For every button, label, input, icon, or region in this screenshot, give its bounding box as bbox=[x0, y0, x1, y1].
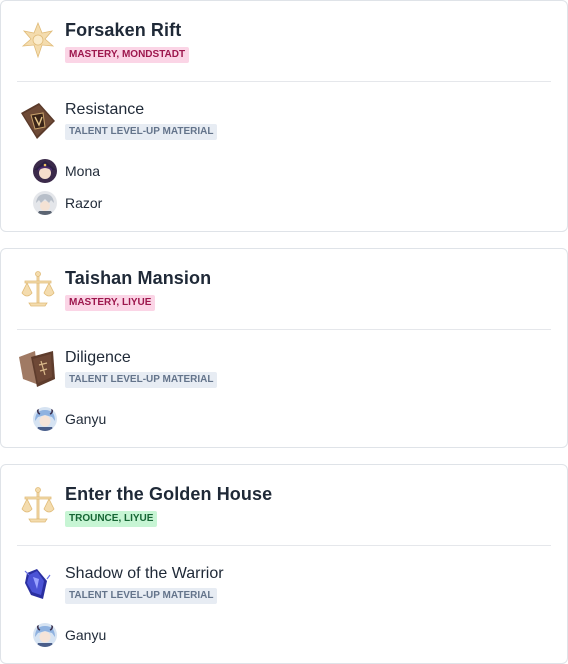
domain-title: Forsaken Rift bbox=[65, 20, 182, 40]
character-row[interactable]: Mona bbox=[1, 159, 567, 185]
ganyu-avatar bbox=[33, 407, 57, 431]
domain-title: Enter the Golden House bbox=[65, 484, 273, 504]
resistance-book-icon bbox=[21, 103, 55, 139]
domain-card-enter-the-golden-house: Enter the Golden House TROUNCE, LIYUE Sh… bbox=[0, 464, 568, 664]
shadow-warrior-icon bbox=[24, 569, 51, 599]
material-tag: TALENT LEVEL-UP MATERIAL bbox=[65, 588, 218, 604]
razor-avatar bbox=[33, 191, 57, 215]
character-name: Ganyu bbox=[65, 411, 107, 427]
liyue-emblem-icon bbox=[21, 271, 55, 307]
material-row: Shadow of the Warrior TALENT LEVEL-UP MA… bbox=[1, 565, 567, 615]
material-row: Resistance TALENT LEVEL-UP MATERIAL bbox=[1, 101, 567, 151]
domain-card-forsaken-rift: Forsaken Rift MASTERY, MONDSTADT Resista… bbox=[0, 0, 568, 232]
domain-header: Forsaken Rift MASTERY, MONDSTADT bbox=[1, 1, 567, 82]
domain-card-taishan-mansion: Taishan Mansion MASTERY, LIYUE Diligence… bbox=[0, 248, 568, 448]
divider bbox=[17, 545, 551, 546]
character-row[interactable]: Ganyu bbox=[1, 623, 567, 649]
domain-title: Taishan Mansion bbox=[65, 268, 212, 288]
material-name: Shadow of the Warrior bbox=[65, 565, 224, 582]
character-name: Ganyu bbox=[65, 627, 107, 643]
domain-type-badge: TROUNCE, LIYUE bbox=[65, 511, 158, 527]
mona-avatar bbox=[33, 159, 57, 183]
material-row: Diligence TALENT LEVEL-UP MATERIAL bbox=[1, 349, 567, 399]
liyue-emblem-icon bbox=[21, 487, 55, 523]
character-row[interactable]: Ganyu bbox=[1, 407, 567, 433]
material-name: Resistance bbox=[65, 101, 145, 118]
domain-header: Enter the Golden House TROUNCE, LIYUE bbox=[1, 465, 567, 546]
material-tag: TALENT LEVEL-UP MATERIAL bbox=[65, 372, 218, 388]
divider bbox=[17, 329, 551, 330]
diligence-book-icon bbox=[19, 351, 55, 387]
mondstadt-emblem-icon bbox=[21, 21, 55, 59]
material-name: Diligence bbox=[65, 349, 131, 366]
domain-type-badge: MASTERY, MONDSTADT bbox=[65, 47, 190, 63]
material-tag: TALENT LEVEL-UP MATERIAL bbox=[65, 124, 218, 140]
character-row[interactable]: Razor bbox=[1, 191, 567, 217]
ganyu-avatar bbox=[33, 623, 57, 647]
character-name: Mona bbox=[65, 163, 101, 179]
character-name: Razor bbox=[65, 195, 103, 211]
divider bbox=[17, 81, 551, 82]
domain-header: Taishan Mansion MASTERY, LIYUE bbox=[1, 249, 567, 330]
domain-type-badge: MASTERY, LIYUE bbox=[65, 295, 156, 311]
